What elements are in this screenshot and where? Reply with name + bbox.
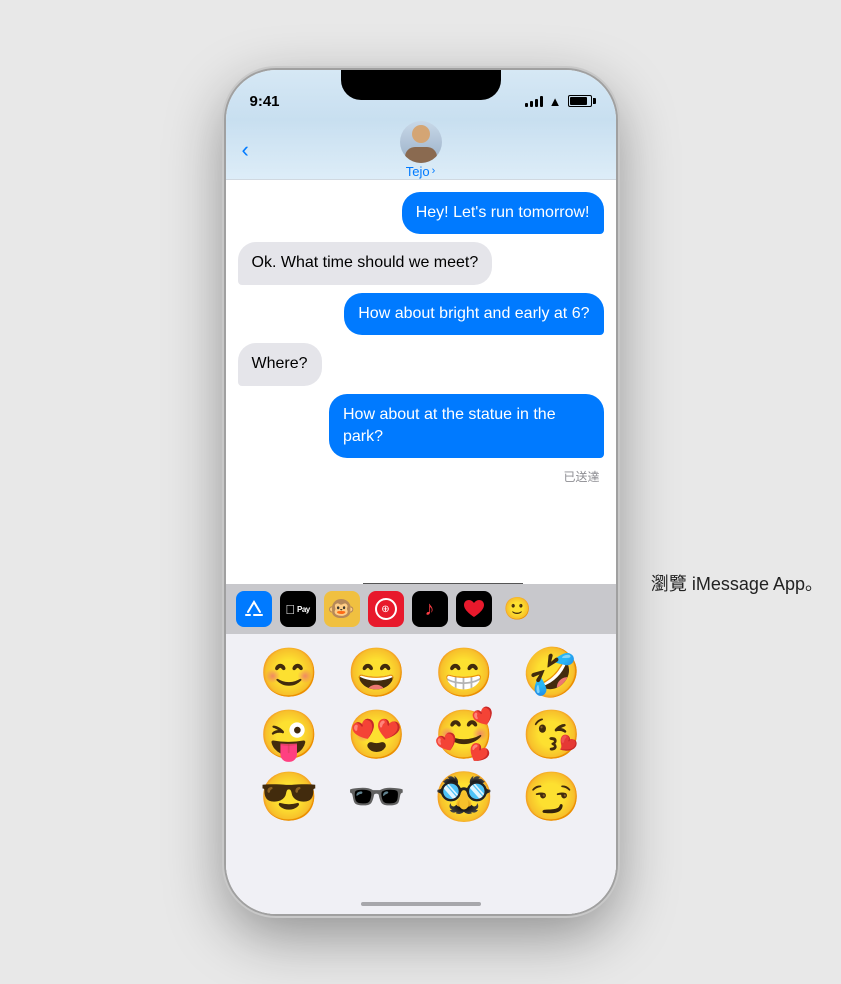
list-item[interactable]: 🤣 (522, 650, 582, 698)
contact-name: Tejo (406, 164, 430, 179)
message-text: Hey! Let's run tomorrow! (416, 204, 590, 221)
delivered-status: 已送達 (238, 468, 604, 485)
appstore-tray-icon (243, 598, 265, 620)
list-item[interactable]: 🥰 (434, 712, 494, 760)
notch (341, 70, 501, 100)
emoji-row-1: 😊 😄 😁 🤣 (246, 650, 596, 698)
status-icons: ▲ (525, 94, 592, 109)
list-item[interactable]: 😄 (347, 650, 407, 698)
list-item: How about bright and early at 6? (344, 293, 603, 335)
message-text: Where? (252, 355, 308, 372)
applepay-icon:  Pay (285, 602, 309, 617)
tray-appstore-button[interactable] (236, 591, 272, 627)
tray-applepay-button[interactable]:  Pay (280, 591, 316, 627)
heart-icon (462, 598, 486, 620)
status-time: 9:41 (250, 93, 280, 110)
music-icon: ♪ (425, 598, 435, 621)
emoji-panel: 😊 😄 😁 🤣 😜 😍 🥰 😘 😎 🕶️ 🥸 😏 (226, 634, 616, 914)
tray-animoji-button[interactable]: 🐵 (324, 591, 360, 627)
avatar (400, 121, 442, 163)
message-text: How about at the statue in the park? (343, 406, 556, 445)
emoji-row-3: 😎 🕶️ 🥸 😏 (246, 774, 596, 822)
list-item[interactable]: 😎 (259, 774, 319, 822)
tray-search-button[interactable]: ⊕ (368, 591, 404, 627)
contact-info[interactable]: Tejo › (400, 121, 442, 179)
wifi-icon: ▲ (549, 94, 562, 109)
animoji-icon: 🐵 (328, 596, 355, 622)
search-globe-icon: ⊕ (375, 598, 397, 620)
signal-bars-icon (525, 95, 543, 107)
tray-digitaltouch-button[interactable] (456, 591, 492, 627)
contact-detail-chevron-icon: › (432, 165, 436, 177)
emoji-tray-icon: 🙂 (504, 596, 531, 622)
home-indicator (361, 902, 481, 906)
list-item: Hey! Let's run tomorrow! (402, 192, 604, 234)
list-item: Where? (238, 343, 322, 385)
list-item[interactable]: 😜 (259, 712, 319, 760)
list-item: How about at the statue in the park? (329, 394, 604, 459)
back-chevron-icon: ‹ (242, 137, 249, 163)
tray-emoji-button[interactable]: 🙂 (500, 591, 536, 627)
annotation-label: 瀏覽 iMessage App。 (651, 570, 823, 596)
phone-frame: 9:41 ▲ ‹ Te (226, 70, 616, 914)
contact-name-row: Tejo › (406, 164, 436, 179)
list-item[interactable]: 🥸 (434, 774, 494, 822)
app-tray:  Pay 🐵 ⊕ ♪ (226, 584, 616, 634)
list-item[interactable]: 🕶️ (347, 774, 407, 822)
list-item[interactable]: 😍 (347, 712, 407, 760)
emoji-row-2: 😜 😍 🥰 😘 (246, 712, 596, 760)
list-item[interactable]: 😏 (522, 774, 582, 822)
annotation-line (363, 583, 523, 584)
bottom-panel:  Pay 🐵 ⊕ ♪ (226, 584, 616, 914)
tray-music-button[interactable]: ♪ (412, 591, 448, 627)
back-button[interactable]: ‹ (242, 137, 249, 163)
message-text: How about bright and early at 6? (358, 305, 589, 322)
nav-header: ‹ Tejo › (226, 120, 616, 180)
list-item[interactable]: 😁 (434, 650, 494, 698)
battery-icon (568, 95, 592, 107)
list-item[interactable]: 😊 (259, 650, 319, 698)
list-item: Ok. What time should we meet? (238, 242, 493, 284)
message-text: Ok. What time should we meet? (252, 254, 479, 271)
list-item[interactable]: 😘 (522, 712, 582, 760)
